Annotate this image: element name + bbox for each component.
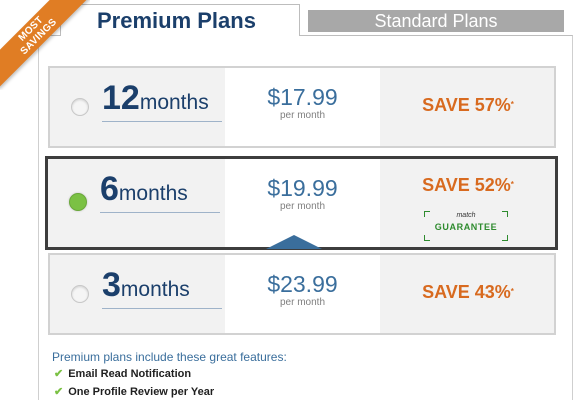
price-cell: $19.99 per month [225,159,380,247]
feature-item: ✔ One Profile Review per Year [54,385,214,399]
ribbon-label: MOST SAVINGS [0,0,90,89]
term-unit: months [139,91,209,114]
plan-radio-3[interactable] [71,285,89,303]
term-unit: months [118,182,188,205]
savings-footnote-mark: * [510,287,514,296]
features-intro: Premium plans include these great featur… [52,350,287,364]
plan-term: 12months [102,78,222,122]
most-savings-ribbon: MOST SAVINGS [0,0,90,90]
term-number: 6 [100,170,119,208]
checkmark-icon: ✔ [54,368,64,380]
price-cell: $17.99 per month [225,68,380,146]
savings-text: SAVE 57% [422,95,511,115]
feature-item: ✔ Email Read Notification [54,367,191,381]
term-number: 3 [102,266,121,304]
term-unit: months [120,278,190,301]
savings-label: SAVE 52%* [380,159,556,195]
plan-row-12-months[interactable]: 12months $17.99 per month SAVE 57%* [48,66,556,148]
feature-label: One Profile Review per Year [68,386,215,398]
checkmark-icon: ✔ [54,386,64,398]
plan-price: $19.99 [267,175,338,201]
plan-term: 3months [102,265,222,309]
plan-radio-12[interactable] [71,98,89,116]
savings-label: SAVE 43%* [380,255,556,302]
selected-pointer-icon [266,235,322,249]
price-cell: $23.99 per month [225,255,380,333]
savings-footnote-mark: * [510,100,514,109]
savings-text: SAVE 52% [422,175,511,195]
savings-footnote-mark: * [510,180,514,189]
per-month-label: per month [279,110,326,121]
match-guarantee-badge: match GUARANTEE [424,211,508,241]
feature-label: Email Read Notification [68,368,192,380]
per-month-label: per month [279,297,326,308]
tab-standard-plans[interactable]: Standard Plans [308,10,564,32]
plan-price: $23.99 [267,271,338,297]
savings-text: SAVE 43% [422,282,511,302]
guarantee-brand: match [456,212,476,219]
plan-row-3-months[interactable]: 3months $23.99 per month SAVE 43%* [48,253,556,335]
guarantee-word: GUARANTEE [434,222,498,232]
plan-price: $17.99 [267,84,338,110]
plan-term: 6months [100,169,220,213]
savings-label: SAVE 57%* [380,68,556,115]
plan-radio-6[interactable] [69,193,87,211]
tab-premium-plans[interactable]: Premium Plans [60,4,300,36]
per-month-label: per month [279,201,326,212]
term-number: 12 [102,79,140,117]
